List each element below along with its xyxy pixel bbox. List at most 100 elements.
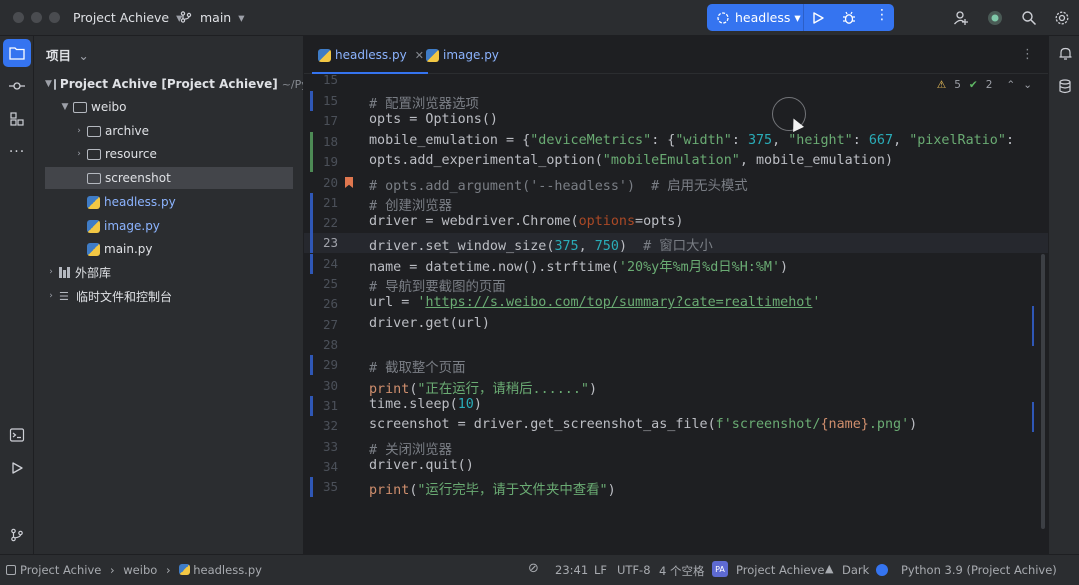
line-number: 22 bbox=[322, 215, 338, 230]
code-line: 35 print("运行完毕，请于文件夹中查看") bbox=[304, 477, 1048, 498]
close-window-button[interactable] bbox=[13, 12, 24, 23]
file-encoding[interactable]: UTF-8 bbox=[617, 563, 651, 577]
no-sync-icon[interactable]: ⊘ bbox=[528, 561, 539, 576]
debug-icon[interactable] bbox=[842, 11, 856, 25]
line-number: 28 bbox=[322, 337, 338, 352]
tree-item-main-py[interactable]: main.py bbox=[45, 238, 293, 260]
collapse-arrow-icon[interactable]: › bbox=[45, 291, 57, 301]
tree-item-external-libraries[interactable]: › 外部库 bbox=[45, 261, 293, 283]
tree-item-image-py[interactable]: image.py bbox=[45, 215, 293, 237]
tree-item-weibo[interactable]: ▼ weibo bbox=[45, 96, 293, 118]
code-editor[interactable]: 15 15 # 配置浏览器选项 17 opts = Options() 18 m… bbox=[304, 72, 1048, 554]
line-number: 20 bbox=[322, 175, 338, 190]
notifications-button[interactable] bbox=[1051, 39, 1079, 67]
ai-assistant-icon[interactable] bbox=[983, 6, 1007, 30]
minimize-window-button[interactable] bbox=[31, 12, 42, 23]
run-icon[interactable] bbox=[811, 11, 825, 25]
ellipsis-icon: ··· bbox=[8, 144, 26, 160]
breadcrumb-item[interactable]: weibo bbox=[123, 563, 157, 577]
tree-item-headless-py[interactable]: headless.py bbox=[45, 191, 293, 213]
code-line: 29 # 截取整个页面 bbox=[304, 355, 1048, 376]
more-tools-button[interactable]: ··· bbox=[3, 138, 31, 166]
line-number: 21 bbox=[322, 195, 338, 210]
tree-item-project-root[interactable]: ▼ Project Achive [Project Achieve] ~/Pyc… bbox=[45, 73, 303, 95]
tree-item-screenshot[interactable]: screenshot bbox=[45, 167, 293, 189]
chevron-down-icon: ⌄ bbox=[78, 48, 89, 63]
indent-setting[interactable]: 4 个空格 bbox=[659, 563, 704, 579]
line-number: 35 bbox=[322, 479, 338, 494]
tab-headless-py[interactable]: headless.py ✕ bbox=[312, 36, 428, 74]
database-button[interactable] bbox=[1051, 72, 1079, 100]
breadcrumb-item[interactable]: headless.py bbox=[193, 563, 262, 577]
folder-icon bbox=[73, 101, 87, 113]
line-number: 15 bbox=[322, 72, 338, 87]
run-tool-button[interactable] bbox=[3, 454, 31, 482]
tree-item-scratches[interactable]: › ☰ 临时文件和控制台 bbox=[45, 285, 293, 307]
code-line: 25 # 导航到要截图的页面 bbox=[304, 274, 1048, 295]
tree-item-label: weibo bbox=[91, 100, 127, 114]
line-number: 31 bbox=[322, 398, 338, 413]
string-literal: "pixelRatio" bbox=[909, 133, 1006, 148]
line-number: 18 bbox=[322, 134, 338, 149]
search-icon[interactable] bbox=[1017, 6, 1041, 30]
structure-tool-button[interactable] bbox=[3, 105, 31, 133]
project-tool-button[interactable] bbox=[3, 39, 31, 67]
number-literal: 10 bbox=[457, 397, 474, 412]
tree-item-archive[interactable]: › archive bbox=[45, 120, 293, 142]
tree-item-resource[interactable]: › resource bbox=[45, 143, 293, 165]
string-literal: "正在运行，请稍后......" bbox=[417, 382, 589, 397]
code-text: print("运行完毕，请于文件夹中查看") bbox=[369, 483, 616, 498]
code-text: opts.add_experimental_option("mobileEmul… bbox=[369, 153, 894, 168]
project-selector[interactable]: Project Achieve ▾ bbox=[73, 10, 182, 25]
code-line: 34 driver.quit() bbox=[304, 457, 1048, 477]
line-number: 27 bbox=[322, 317, 338, 332]
tab-label: headless.py bbox=[335, 48, 407, 62]
string-literal: "deviceMetrics" bbox=[530, 133, 652, 148]
code-line: 24 name = datetime.now().strftime('20%y年… bbox=[304, 254, 1048, 275]
bookmark-icon[interactable] bbox=[345, 177, 353, 188]
terminal-tool-button[interactable] bbox=[3, 421, 31, 449]
expand-arrow-icon[interactable]: ▼ bbox=[45, 79, 52, 89]
breadcrumb-item[interactable]: Project Achive bbox=[20, 563, 101, 577]
run-config-name: headless bbox=[735, 10, 791, 25]
branch-selector[interactable]: main ▾ bbox=[180, 10, 244, 25]
run-config-selector[interactable]: headless ▾ bbox=[735, 10, 801, 25]
more-actions-icon[interactable]: ⋮ bbox=[875, 7, 889, 23]
expand-arrow-icon[interactable]: ▼ bbox=[59, 102, 71, 112]
collapse-arrow-icon[interactable]: › bbox=[73, 126, 85, 136]
zoom-window-button[interactable] bbox=[49, 12, 60, 23]
tabs-more-icon[interactable]: ⋮ bbox=[1021, 47, 1034, 62]
python-file-icon bbox=[87, 195, 100, 209]
string-literal: f'screenshot/ bbox=[715, 417, 821, 432]
tab-image-py[interactable]: image.py bbox=[420, 36, 503, 74]
vertical-scrollbar[interactable] bbox=[1041, 254, 1045, 529]
git-tool-button[interactable] bbox=[3, 521, 31, 549]
tree-item-label: Project Achive [Project Achieve] bbox=[59, 77, 278, 91]
python-interpreter-icon bbox=[876, 564, 888, 576]
right-tool-strip bbox=[1048, 36, 1079, 554]
code-text: time.sleep(10) bbox=[369, 397, 482, 412]
chevron-down-icon: ▾ bbox=[794, 10, 801, 25]
interpreter-status[interactable]: Python 3.9 (Project Achive) bbox=[901, 563, 1057, 577]
line-separator[interactable]: LF bbox=[594, 563, 607, 577]
settings-gear-icon[interactable] bbox=[1050, 6, 1074, 30]
url-link[interactable]: https://s.weibo.com/top/summary?cate=rea… bbox=[425, 295, 812, 310]
comment: # 窗口大小 bbox=[643, 239, 713, 254]
caret-position[interactable]: 23:41 bbox=[555, 563, 588, 577]
bell-icon bbox=[1059, 47, 1071, 60]
scrollbar-marker bbox=[1032, 402, 1034, 432]
tree-item-label: screenshot bbox=[105, 171, 171, 185]
code-text: # 关闭浏览器 bbox=[369, 443, 453, 458]
theme-status[interactable]: Dark bbox=[842, 563, 869, 577]
collapse-arrow-icon[interactable]: › bbox=[45, 267, 57, 277]
commit-tool-button[interactable] bbox=[3, 72, 31, 100]
project-panel-header[interactable]: 项目 ⌄ bbox=[46, 45, 89, 64]
format-field: {name} bbox=[820, 417, 869, 432]
number-literal: 667 bbox=[868, 133, 894, 148]
database-icon bbox=[1059, 78, 1071, 93]
python-file-icon bbox=[426, 48, 439, 62]
collapse-arrow-icon[interactable]: › bbox=[73, 149, 85, 159]
tree-item-label: archive bbox=[105, 124, 150, 138]
add-user-icon[interactable] bbox=[949, 6, 973, 30]
project-status[interactable]: Project Achieve bbox=[736, 563, 824, 577]
